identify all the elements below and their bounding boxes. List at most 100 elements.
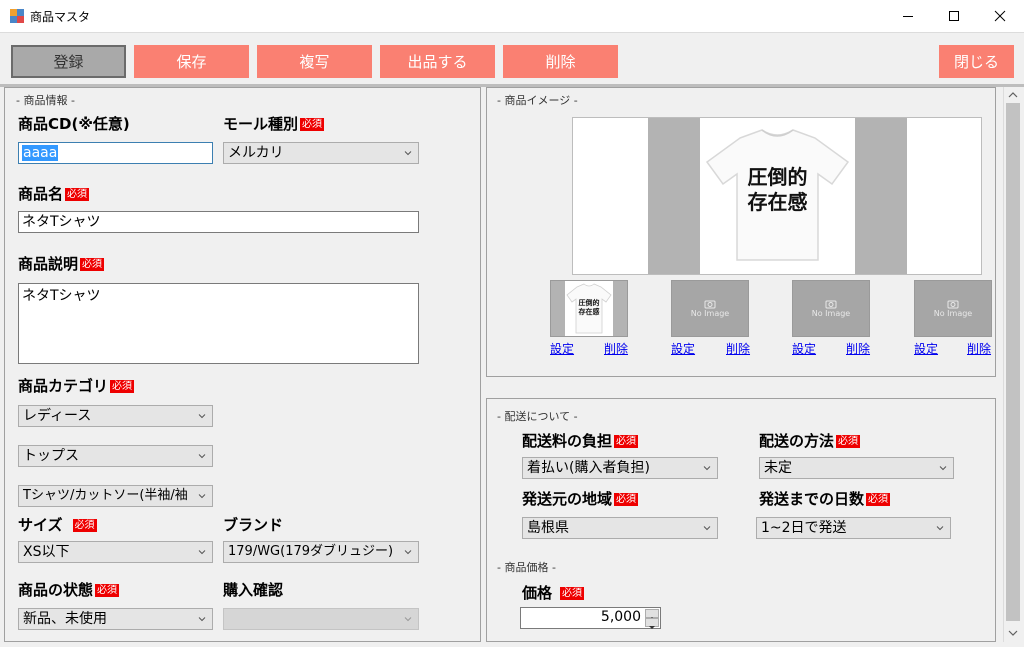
description-textarea[interactable]: ネタTシャツ — [18, 283, 419, 364]
thumbnail-2[interactable]: No Image — [671, 280, 749, 337]
required-badge: 必須 — [300, 118, 325, 131]
camera-icon — [825, 300, 837, 309]
tshirt-icon: 圧倒的 存在感 — [705, 129, 850, 261]
product-image-section-title: - 商品イメージ - — [497, 94, 578, 107]
thumbnail-4[interactable]: No Image — [914, 280, 992, 337]
product-info-section-title: - 商品情報 - — [16, 94, 75, 107]
days-to-ship-label-text: 発送までの日数 — [759, 490, 865, 508]
tshirt-text-line1: 圧倒的 — [748, 165, 808, 189]
size-label-text: サイズ — [18, 516, 63, 534]
thumbnail-2-set-link[interactable]: 設定 — [671, 340, 695, 357]
required-badge: 必須 — [65, 188, 90, 201]
shipping-section-title: - 配送について - — [497, 410, 578, 423]
required-badge: 必須 — [560, 587, 585, 600]
price-input[interactable]: 5,000 — [520, 607, 661, 629]
condition-select[interactable]: 新品、未使用 — [18, 608, 213, 630]
category-1-value: レディース — [23, 408, 92, 424]
maximize-icon — [949, 11, 959, 21]
close-button[interactable]: 閉じる — [939, 45, 1014, 78]
camera-icon — [947, 300, 959, 309]
required-badge: 必須 — [614, 435, 639, 448]
chevron-down-icon — [404, 550, 412, 555]
required-badge: 必須 — [80, 258, 105, 271]
brand-select[interactable]: 179/WG(179ダブリュジー) — [223, 541, 419, 563]
register-button[interactable]: 登録 — [11, 45, 126, 78]
copy-button[interactable]: 複写 — [257, 45, 372, 78]
fee-burden-value: 着払い(購入者負担) — [527, 460, 650, 476]
no-image-text: No Image — [811, 309, 851, 318]
mall-type-label: モール種別 必須 — [223, 113, 325, 134]
size-label: サイズ 必須 — [18, 514, 97, 535]
thumbnail-1-delete-link[interactable]: 削除 — [604, 340, 628, 357]
price-spin-up[interactable] — [645, 609, 659, 620]
product-cd-input[interactable]: aaaa — [18, 142, 213, 164]
thumb-text-line1: 圧倒的 — [579, 298, 600, 307]
shipping-method-value: 未定 — [764, 460, 792, 476]
shipping-method-label: 配送の方法 必須 — [759, 430, 861, 451]
maximize-button[interactable] — [931, 0, 977, 32]
description-label-text: 商品説明 — [18, 255, 79, 273]
condition-label-text: 商品の状態 — [18, 581, 94, 599]
purchase-confirm-label: 購入確認 — [223, 581, 284, 599]
size-select[interactable]: XS以下 — [18, 541, 213, 563]
price-label-text: 価格 — [522, 584, 553, 602]
minimize-button[interactable] — [885, 0, 931, 32]
required-badge: 必須 — [95, 584, 120, 597]
chevron-down-icon — [936, 526, 944, 531]
save-button[interactable]: 保存 — [134, 45, 249, 78]
mall-type-select[interactable]: メルカリ — [223, 142, 419, 164]
main-product-image: 圧倒的 存在感 — [572, 117, 982, 275]
no-image-text: No Image — [690, 309, 730, 318]
scroll-down-arrow-icon[interactable] — [1007, 628, 1019, 638]
product-cd-label: 商品CD(※任意) — [18, 115, 130, 133]
brand-label: ブランド — [223, 516, 284, 534]
origin-region-value: 島根県 — [527, 520, 569, 536]
thumbnail-3-delete-link[interactable]: 削除 — [846, 340, 870, 357]
size-value: XS以下 — [23, 544, 70, 560]
price-spin-down[interactable] — [645, 618, 659, 629]
days-to-ship-select[interactable]: 1~2日で発送 — [756, 517, 951, 539]
price-label: 価格 必須 — [522, 582, 585, 603]
thumbnail-3[interactable]: No Image — [792, 280, 870, 337]
chevron-down-icon — [198, 550, 206, 555]
thumbnail-4-set-link[interactable]: 設定 — [914, 340, 938, 357]
category-3-value: Tシャツ/カットソー(半袖/袖 — [23, 488, 188, 503]
thumbnail-4-delete-link[interactable]: 削除 — [967, 340, 991, 357]
list-item-button[interactable]: 出品する — [380, 45, 495, 78]
delete-button[interactable]: 削除 — [503, 45, 618, 78]
category-label: 商品カテゴリ 必須 — [18, 375, 135, 396]
fee-burden-select[interactable]: 着払い(購入者負担) — [522, 457, 718, 479]
fee-burden-label: 配送料の負担 必須 — [522, 430, 639, 451]
scrollbar-thumb[interactable] — [1006, 103, 1020, 621]
chevron-down-icon — [703, 526, 711, 531]
chevron-down-icon — [649, 626, 655, 629]
tshirt-text-line2: 存在感 — [748, 190, 808, 214]
condition-value: 新品、未使用 — [23, 611, 107, 627]
thumb-text-line2: 存在感 — [579, 307, 600, 316]
close-window-button[interactable] — [977, 0, 1023, 32]
chevron-down-icon — [404, 617, 412, 622]
thumbnail-1-set-link[interactable]: 設定 — [550, 340, 574, 357]
purchase-confirm-select[interactable] — [223, 608, 419, 630]
category-label-text: 商品カテゴリ — [18, 377, 109, 395]
product-name-input[interactable]: ネタTシャツ — [18, 211, 419, 233]
thumbnail-2-delete-link[interactable]: 削除 — [726, 340, 750, 357]
thumbnail-1[interactable]: 圧倒的 存在感 — [550, 280, 628, 337]
minimize-icon — [903, 16, 913, 17]
window-title: 商品マスタ — [30, 10, 91, 24]
category-1-select[interactable]: レディース — [18, 405, 213, 427]
days-to-ship-label: 発送までの日数 必須 — [759, 488, 891, 509]
product-name-label: 商品名 必須 — [18, 183, 90, 204]
origin-region-label-text: 発送元の地域 — [522, 490, 613, 508]
category-2-select[interactable]: トップス — [18, 445, 213, 467]
thumbnail-3-set-link[interactable]: 設定 — [792, 340, 816, 357]
required-badge: 必須 — [866, 493, 891, 506]
camera-icon — [704, 300, 716, 309]
price-value: 5,000 — [600, 609, 641, 625]
shipping-method-select[interactable]: 未定 — [759, 457, 954, 479]
required-badge: 必須 — [614, 493, 639, 506]
origin-region-select[interactable]: 島根県 — [522, 517, 718, 539]
scroll-up-arrow-icon[interactable] — [1007, 90, 1019, 100]
category-3-select[interactable]: Tシャツ/カットソー(半袖/袖 — [18, 485, 213, 507]
title-bar — [0, 0, 1024, 32]
